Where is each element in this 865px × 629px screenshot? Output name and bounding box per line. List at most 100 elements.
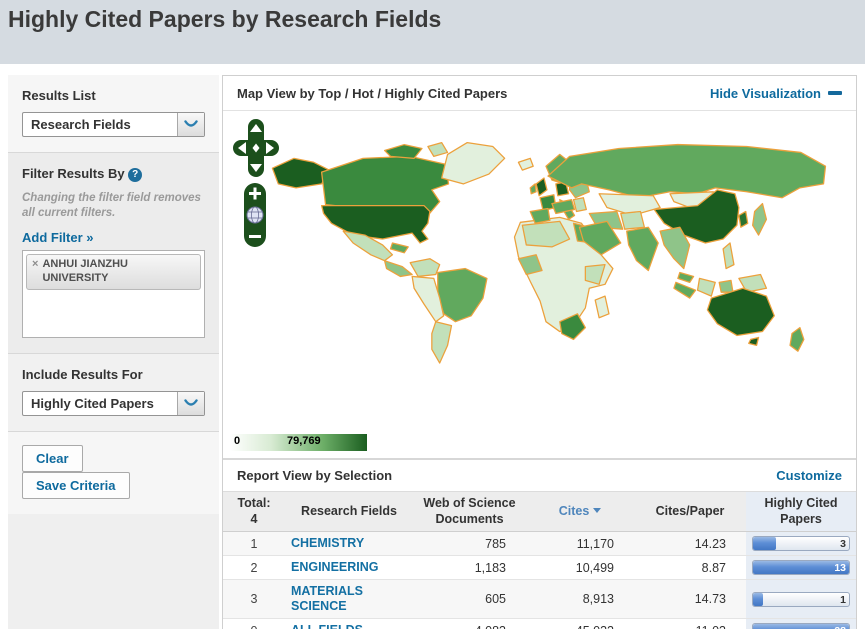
field-cell: ENGINEERING [285,555,413,581]
filter-box: × ANHUI JIANZHU UNIVERSITY [22,249,205,338]
dropdown-button[interactable] [177,391,204,415]
filter-note: Changing the filter field removes all cu… [22,192,201,219]
field-link[interactable]: ALL FIELDS [291,623,363,629]
hcp-cell: 1 [746,579,856,620]
main-panel: Map View by Top / Hot / Highly Cited Pap… [222,75,857,629]
clear-button[interactable]: Clear [22,444,83,472]
cites-cell: 45,032 [526,618,634,629]
save-criteria-button[interactable]: Save Criteria [22,471,130,499]
map-region-borneo[interactable] [696,277,716,297]
page-header: Highly Cited Papers by Research Fields [0,0,865,64]
add-filter-link[interactable]: Add Filter » [22,230,94,245]
table-row: 1 CHEMISTRY 785 11,170 14.23 3 [223,531,856,557]
dropdown-button[interactable] [177,113,204,136]
map-region-japan[interactable] [752,202,768,236]
hcp-bar-fill [753,592,763,606]
column-header-documents[interactable]: Web of Science Documents [413,490,526,533]
hcp-value: 3 [840,538,846,551]
sidebar-buttons: Clear Save Criteria [8,431,219,514]
sort-desc-icon [593,507,602,513]
map-region-pakistan[interactable] [620,210,646,230]
field-link[interactable]: ENGINEERING [291,560,379,575]
legend-max: 79,769 [287,435,321,447]
field-link[interactable]: MATERIALS SCIENCE [291,584,407,614]
field-cell: CHEMISTRY [285,531,413,557]
hide-visualization-link[interactable]: Hide Visualization [710,86,842,101]
filter-chip-label: ANHUI JIANZHU UNIVERSITY [42,257,128,284]
map-region-greenland[interactable] [441,141,506,185]
map-region-sumatra[interactable] [673,281,697,299]
zoom-out-button[interactable] [249,235,261,238]
include-selected: Highly Cited Papers [31,395,154,411]
map-region-malaysia[interactable] [677,271,695,283]
report-view-header: Report View by Selection Customize [223,458,856,491]
chevron-down-icon [184,120,198,127]
globe-icon[interactable] [246,206,264,224]
field-link[interactable]: CHEMISTRY [291,536,364,551]
map-region-canada-islands[interactable] [427,141,449,158]
cites-per-paper-cell: 14.73 [634,579,746,620]
cites-per-paper-cell: 11.03 [634,618,746,629]
hcp-bar: 1 [752,591,850,607]
map-region-new-zealand[interactable] [789,326,805,352]
map-region-cuba[interactable] [389,242,409,254]
legend-min: 0 [234,435,241,447]
cites-cell: 8,913 [526,579,634,620]
include-label: Include Results For [22,366,143,382]
map-region-sulawesi[interactable] [718,279,734,293]
help-icon[interactable]: ? [128,168,143,182]
column-header-research-fields[interactable]: Research Fields [285,490,413,533]
hcp-cell: 38 [746,618,856,629]
map-region-russia[interactable] [547,143,827,199]
column-header-cites-per-paper[interactable]: Cites/Paper [634,490,746,533]
docs-cell: 785 [413,531,526,557]
map-region-uk[interactable] [535,177,548,197]
map-region-colombia-venezuela[interactable] [409,258,441,278]
report-table: Total: 4 Research Fields Web of Science … [223,490,856,629]
map-region-balkans[interactable] [572,197,587,213]
results-list-dropdown[interactable]: Research Fields [22,112,205,137]
rank-cell: 1 [223,531,285,557]
docs-cell: 605 [413,579,526,620]
filter-section: Filter Results By ? Changing the filter … [8,153,219,354]
map-region-iceland[interactable] [517,157,534,171]
hcp-cell: 13 [746,555,856,581]
map-region-argentina[interactable] [431,321,453,364]
cites-per-paper-cell: 14.23 [634,531,746,557]
hcp-bar: 13 [752,560,850,576]
hcp-bar: 3 [752,536,850,552]
hcp-value: 13 [834,562,846,575]
map-zoom-control[interactable] [244,183,266,247]
hcp-bar-fill [753,537,777,551]
map-region-tasmania[interactable] [748,336,760,346]
rank-cell: 0 [223,618,285,629]
results-list-selected: Research Fields [31,117,131,132]
map-region-ireland[interactable] [529,183,537,195]
map-region-brazil[interactable] [437,267,488,323]
report-view-title: Report View by Selection [237,468,393,483]
results-list-section: Results List Research Fields [8,75,219,153]
map-region-madagascar[interactable] [594,295,610,319]
column-header-cites[interactable]: Cites [526,490,634,533]
world-map[interactable] [235,125,855,420]
map-region-philippines[interactable] [722,242,735,270]
map-region-usa[interactable] [320,204,431,244]
map-view-header: Map View by Top / Hot / Highly Cited Pap… [223,76,856,111]
map-region-alaska[interactable] [271,157,331,189]
map-region-canada-islands[interactable] [383,143,423,159]
customize-link[interactable]: Customize [776,468,842,483]
include-dropdown[interactable]: Highly Cited Papers [22,390,205,416]
remove-chip-icon[interactable]: × [32,258,38,286]
column-header-highly-cited[interactable]: Highly Cited Papers [746,490,856,533]
rank-cell: 2 [223,555,285,581]
map-region-korea[interactable] [738,210,749,228]
filter-label: Filter Results By [22,166,125,181]
hcp-value: 38 [834,624,846,629]
map-pan-control[interactable] [233,119,279,177]
map-region-australia[interactable] [706,287,775,337]
map-legend: 0 79,769 [230,434,367,451]
map-region-central-america[interactable] [383,260,413,278]
docs-cell: 1,183 [413,555,526,581]
include-section: Include Results For Highly Cited Papers [8,353,219,432]
map-region-india[interactable] [626,226,659,272]
